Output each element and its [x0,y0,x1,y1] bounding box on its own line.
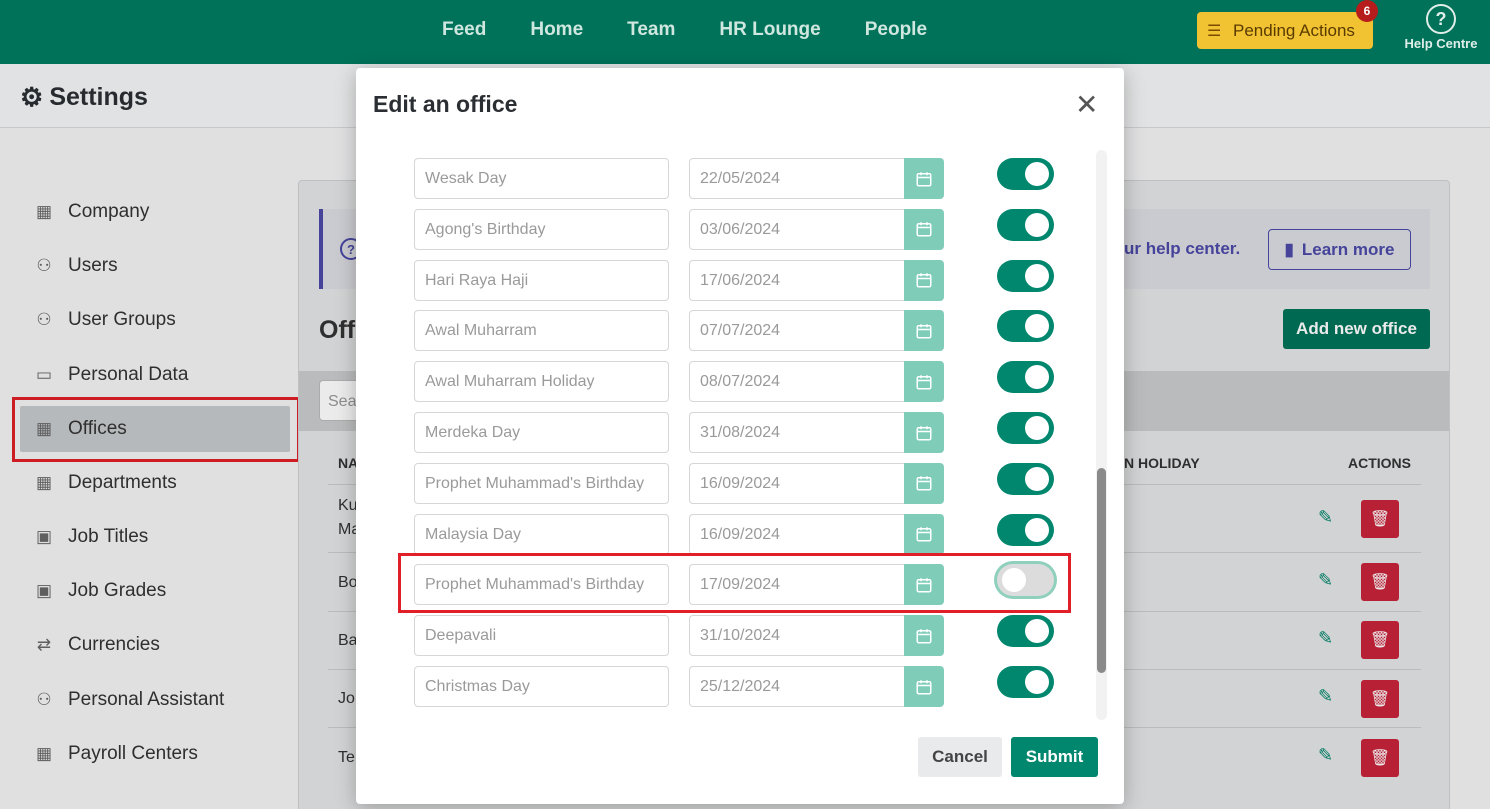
holiday-date-field[interactable]: 16/09/2024 [689,462,904,504]
toggle-knob [1025,314,1049,339]
toggle-knob [1025,466,1049,491]
holiday-date-field[interactable]: 16/09/2024 [689,513,904,555]
nav-home[interactable]: Home [530,19,583,41]
holiday-row: Wesak Day 22/05/2024 [356,158,1096,200]
holiday-row: Agong's Birthday 03/06/2024 [356,208,1096,251]
holiday-date-field[interactable]: 31/10/2024 [689,615,904,657]
toggle-knob [1025,162,1049,186]
holiday-name-field[interactable]: Deepavali [414,615,669,657]
holiday-date-field[interactable]: 08/07/2024 [689,361,904,403]
holiday-name-field[interactable]: Malaysia Day [414,513,669,555]
holiday-name-field[interactable]: Prophet Muhammad's Birthday [414,462,669,504]
holiday-row: Malaysia Day 16/09/2024 [356,513,1096,556]
nav-team[interactable]: Team [627,19,675,41]
scrollbar-thumb[interactable] [1097,468,1106,673]
cancel-button[interactable]: Cancel [918,737,1002,777]
holiday-row: Christmas Day 25/12/2024 [356,666,1096,708]
close-icon[interactable]: ✕ [1075,88,1098,121]
nav-hr-lounge[interactable]: HR Lounge [719,19,820,41]
top-nav: Feed Home Team HR Lounge People [420,0,949,60]
calendar-icon[interactable] [904,208,944,250]
toggle-knob [1025,517,1049,542]
highlight-box-holiday-row [398,553,1071,613]
holiday-toggle[interactable] [997,208,1054,241]
holiday-date-field[interactable]: 17/06/2024 [689,259,904,301]
nav-feed[interactable]: Feed [442,19,486,41]
holiday-name-field[interactable]: Merdeka Day [414,412,669,453]
holiday-row: Awal Muharram Holiday 08/07/2024 [356,361,1096,403]
calendar-icon[interactable] [904,615,944,657]
holiday-date-field[interactable]: 03/06/2024 [689,208,904,250]
toggle-knob [1025,619,1049,644]
calendar-icon[interactable] [904,513,944,555]
holiday-date-field[interactable]: 31/08/2024 [689,412,904,453]
holiday-toggle[interactable] [997,513,1054,546]
holiday-name-field[interactable]: Agong's Birthday [414,208,669,250]
holiday-toggle[interactable] [997,412,1054,444]
nav-people[interactable]: People [865,19,927,41]
calendar-icon[interactable] [904,158,944,199]
holiday-toggle[interactable] [997,158,1054,190]
holiday-name-field[interactable]: Hari Raya Haji [414,259,669,301]
calendar-icon[interactable] [904,412,944,453]
holiday-toggle[interactable] [997,310,1054,343]
toggle-knob [1025,365,1049,390]
holiday-toggle[interactable] [997,259,1054,292]
holiday-date-field[interactable]: 22/05/2024 [689,158,904,199]
holiday-row: Deepavali 31/10/2024 [356,615,1096,657]
holiday-name-field[interactable]: Awal Muharram [414,310,669,352]
calendar-icon[interactable] [904,666,944,707]
holiday-toggle[interactable] [997,462,1054,495]
help-centre-button[interactable]: ? Help Centre [1398,4,1484,51]
toggle-knob [1025,263,1049,288]
calendar-icon[interactable] [904,259,944,301]
calendar-icon[interactable] [904,462,944,504]
holiday-toggle[interactable] [997,666,1054,698]
submit-button[interactable]: Submit [1011,737,1098,777]
holiday-row: Prophet Muhammad's Birthday 16/09/2024 [356,462,1096,505]
holiday-date-field[interactable]: 25/12/2024 [689,666,904,707]
toggle-knob [1025,416,1049,440]
pending-count-badge: 6 [1356,0,1378,22]
holiday-row: Hari Raya Haji 17/06/2024 [356,259,1096,302]
holiday-name-field[interactable]: Christmas Day [414,666,669,707]
toggle-knob [1025,212,1049,237]
calendar-icon[interactable] [904,361,944,403]
checklist-icon: ☰ [1207,22,1222,40]
holiday-name-field[interactable]: Awal Muharram Holiday [414,361,669,403]
question-circle-icon: ? [1426,4,1456,34]
help-centre-label: Help Centre [1404,36,1478,51]
holiday-row: Merdeka Day 31/08/2024 [356,412,1096,454]
calendar-icon[interactable] [904,310,944,352]
pending-actions-button[interactable]: ☰ Pending Actions [1197,12,1373,49]
toggle-knob [1025,670,1049,694]
modal-title: Edit an office [373,91,518,117]
holiday-name-field[interactable]: Wesak Day [414,158,669,199]
holiday-row: Awal Muharram 07/07/2024 [356,310,1096,352]
edit-office-modal: Edit an office ✕ Wesak Day 22/05/2024 Agon… [356,68,1124,804]
holiday-toggle[interactable] [997,615,1054,648]
holiday-date-field[interactable]: 07/07/2024 [689,310,904,352]
pending-actions-label: Pending Actions [1233,20,1355,40]
holiday-toggle[interactable] [997,361,1054,394]
